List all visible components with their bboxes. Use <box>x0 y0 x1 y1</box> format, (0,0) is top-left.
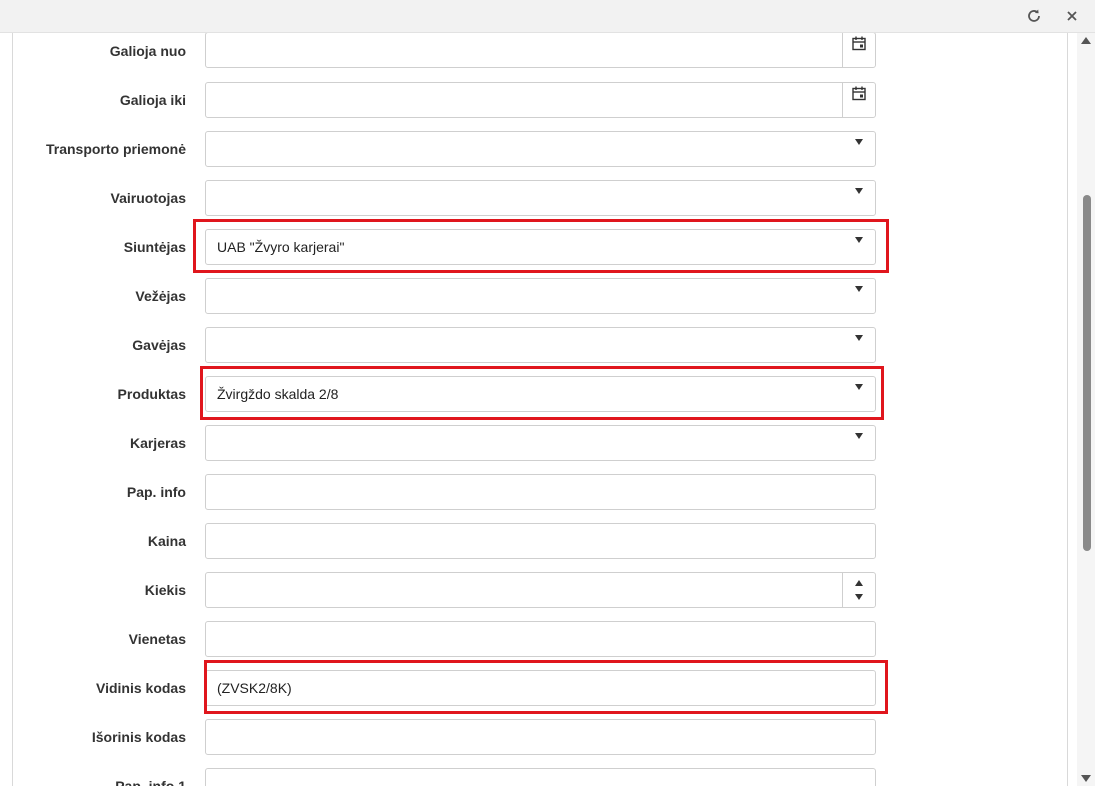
galioja-nuo-label: Galioja nuo <box>109 43 186 59</box>
form-panel: Galioja nuo Galioja iki Transporto priem… <box>12 33 1068 786</box>
vairuotojas-select[interactable] <box>205 180 876 216</box>
calendar-icon <box>852 36 866 50</box>
calendar-button[interactable] <box>842 83 875 117</box>
vezejas-label: Vežėjas <box>135 288 186 304</box>
transporto-priemone-label: Transporto priemonė <box>45 141 186 157</box>
chevron-down-icon <box>855 286 863 292</box>
form-row-vidinis-kodas: Vidinis kodas (ZVSK2/8K) <box>13 670 1067 706</box>
chevron-down-icon <box>855 433 863 439</box>
form-row-karjeras: Karjeras <box>13 425 1067 461</box>
vienetas-label: Vienetas <box>128 631 186 647</box>
kiekis-input[interactable] <box>205 572 876 608</box>
siuntejas-value: UAB "Žvyro karjerai" <box>217 239 345 255</box>
siuntejas-label: Siuntėjas <box>123 239 186 255</box>
calendar-button[interactable] <box>842 33 875 67</box>
increment-icon[interactable] <box>855 580 863 586</box>
form-row-vairuotojas: Vairuotojas <box>13 180 1067 216</box>
isorinis-kodas-input[interactable] <box>205 719 876 755</box>
form-row-transporto-priemone: Transporto priemonė <box>13 131 1067 167</box>
refresh-icon[interactable] <box>1024 6 1044 26</box>
galioja-nuo-input[interactable] <box>205 33 876 68</box>
form-row-produktas: Produktas Žvirgždo skalda 2/8 <box>13 376 1067 412</box>
gavejas-select[interactable] <box>205 327 876 363</box>
form-row-isorinis-kodas: Išorinis kodas <box>13 719 1067 755</box>
form-row-kiekis: Kiekis <box>13 572 1067 608</box>
karjeras-select[interactable] <box>205 425 876 461</box>
vezejas-select[interactable] <box>205 278 876 314</box>
form-row-siuntejas: Siuntėjas UAB "Žvyro karjerai" <box>13 229 1067 265</box>
form-row-vezejas: Vežėjas <box>13 278 1067 314</box>
vidinis-kodas-value: (ZVSK2/8K) <box>217 680 292 696</box>
kaina-label: Kaina <box>147 533 186 549</box>
scroll-up-icon[interactable] <box>1081 37 1091 44</box>
transporto-priemone-select[interactable] <box>205 131 876 167</box>
vertical-scrollbar[interactable] <box>1077 33 1095 786</box>
close-icon[interactable] <box>1062 6 1082 26</box>
pap-info-input[interactable] <box>205 474 876 510</box>
karjeras-label: Karjeras <box>129 435 186 451</box>
chevron-down-icon <box>855 335 863 341</box>
scroll-down-icon[interactable] <box>1081 775 1091 782</box>
produktas-select[interactable]: Žvirgždo skalda 2/8 <box>205 376 876 412</box>
kiekis-label: Kiekis <box>144 582 186 598</box>
scrollbar-thumb[interactable] <box>1083 195 1091 551</box>
produktas-label: Produktas <box>117 386 186 402</box>
siuntejas-select[interactable]: UAB "Žvyro karjerai" <box>205 229 876 265</box>
chevron-down-icon <box>855 188 863 194</box>
pap-info-1-label: Pap. info 1 <box>115 778 186 786</box>
galioja-iki-label: Galioja iki <box>119 92 186 108</box>
form-row-gavejas: Gavėjas <box>13 327 1067 363</box>
galioja-iki-input[interactable] <box>205 82 876 118</box>
vienetas-input[interactable] <box>205 621 876 657</box>
gavejas-label: Gavėjas <box>132 337 186 353</box>
vidinis-kodas-label: Vidinis kodas <box>96 680 186 696</box>
vidinis-kodas-input[interactable]: (ZVSK2/8K) <box>205 670 876 706</box>
calendar-icon <box>852 86 866 100</box>
window-toolbar <box>0 0 1095 33</box>
form-row-kaina: Kaina <box>13 523 1067 559</box>
form-row-galioja-iki: Galioja iki <box>13 82 1067 118</box>
pap-info-1-input[interactable] <box>205 768 876 786</box>
form-row-pap-info-1: Pap. info 1 <box>13 768 1067 786</box>
form-row-pap-info: Pap. info <box>13 474 1067 510</box>
pap-info-label: Pap. info <box>126 484 186 500</box>
chevron-down-icon <box>855 139 863 145</box>
produktas-value: Žvirgždo skalda 2/8 <box>217 386 339 402</box>
chevron-down-icon <box>855 384 863 390</box>
kaina-input[interactable] <box>205 523 876 559</box>
form-row-galioja-nuo: Galioja nuo <box>13 33 1067 69</box>
form-row-vienetas: Vienetas <box>13 621 1067 657</box>
decrement-icon[interactable] <box>855 594 863 600</box>
isorinis-kodas-label: Išorinis kodas <box>91 729 186 745</box>
chevron-down-icon <box>855 237 863 243</box>
quantity-stepper[interactable] <box>842 573 875 607</box>
vairuotojas-label: Vairuotojas <box>110 190 186 206</box>
